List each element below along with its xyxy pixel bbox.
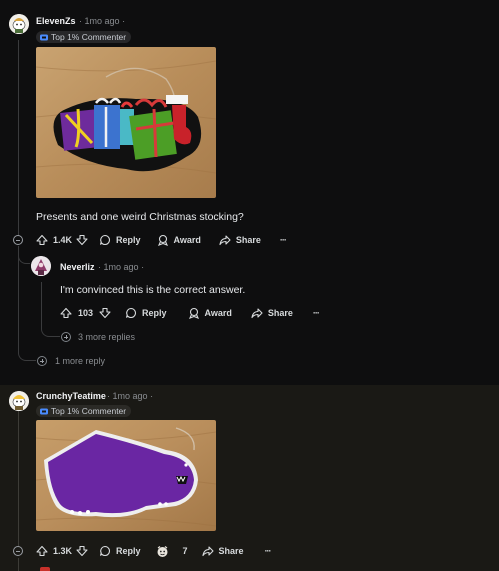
thread-line[interactable]	[18, 40, 19, 236]
avatar[interactable]	[9, 391, 29, 411]
vote-group: 1.4K	[36, 234, 88, 246]
award-button[interactable]: Award	[157, 234, 201, 246]
thread-line[interactable]	[18, 411, 19, 546]
comment-bubble-icon	[99, 545, 110, 557]
reply-button[interactable]: Reply	[99, 234, 141, 246]
upvote-icon[interactable]	[36, 545, 48, 557]
expand-replies-icon[interactable]	[61, 332, 71, 342]
snoo-avatar-icon	[9, 14, 29, 34]
meta-dot: ·	[98, 262, 101, 272]
share-button[interactable]: Share	[251, 307, 293, 319]
reply-time[interactable]: 1mo ago	[104, 262, 139, 272]
meta-dot: ·	[107, 391, 110, 401]
meta-dot: ·	[79, 16, 82, 26]
vote-score: 103	[78, 308, 94, 318]
reply-button[interactable]: Reply	[99, 545, 141, 557]
award-count: 7	[182, 546, 188, 556]
vote-group: 1.3K	[36, 545, 88, 557]
more-options-icon: ···	[264, 546, 272, 556]
flair-badge-label: Top 1% Commenter	[51, 406, 127, 416]
comment-text: Presents and one weird Christmas stockin…	[36, 211, 244, 223]
meta-dot: ·	[141, 262, 145, 272]
share-label: Share	[218, 546, 244, 556]
upvote-icon[interactable]	[36, 234, 48, 246]
award-label: Award	[204, 308, 232, 318]
more-reply-link[interactable]: 1 more reply	[55, 356, 105, 366]
reply-author[interactable]: Neverliz	[60, 262, 95, 272]
meta-dot: ·	[150, 391, 154, 401]
reply-label: Reply	[116, 235, 141, 245]
comment-time[interactable]: 1mo ago	[113, 391, 148, 401]
next-avatar-peek	[40, 567, 50, 571]
comment-bubble-icon	[99, 234, 110, 246]
avatar[interactable]	[9, 14, 29, 34]
more-options-icon: ···	[279, 235, 287, 245]
award-icon	[188, 307, 199, 319]
reply-connector	[18, 246, 30, 264]
collapse-thread-button[interactable]	[13, 235, 23, 245]
user-avatar-icon	[31, 256, 51, 276]
share-label: Share	[267, 308, 293, 318]
more-options-button[interactable]: ···	[264, 546, 272, 556]
reply-text: I'm convinced this is the correct answer…	[60, 284, 246, 296]
meta-dot: ·	[122, 16, 126, 26]
reply-meta: · 1mo ago ·	[98, 262, 144, 272]
vote-score: 1.3K	[53, 546, 73, 556]
award-label: Award	[173, 235, 201, 245]
vote-group: 103	[60, 307, 111, 319]
downvote-icon[interactable]	[76, 545, 88, 557]
share-label: Share	[235, 235, 261, 245]
avatar[interactable]	[31, 256, 51, 276]
comment-action-bar: 1.4K Reply Award Share ···	[36, 232, 287, 248]
presents-painting-image	[36, 47, 216, 198]
downvote-icon[interactable]	[99, 307, 111, 319]
collapse-thread-button[interactable]	[13, 546, 23, 556]
comment-image[interactable]	[36, 47, 216, 198]
comment-meta: · 1mo ago ·	[107, 391, 153, 401]
award-face-icon	[157, 545, 168, 557]
thread-line-next	[18, 558, 19, 571]
award-button[interactable]: Award	[188, 307, 232, 319]
more-options-button[interactable]: ···	[279, 235, 287, 245]
downvote-icon[interactable]	[76, 234, 88, 246]
share-button[interactable]: Share	[201, 545, 244, 557]
reply-label: Reply	[116, 546, 141, 556]
comment-bubble-icon	[126, 307, 137, 319]
comment-meta: · 1mo ago ·	[79, 16, 125, 26]
award-icon	[157, 234, 168, 246]
more-replies-link[interactable]: 3 more replies	[78, 332, 135, 342]
upvote-icon[interactable]	[60, 307, 72, 319]
comment-badge-icon	[40, 34, 48, 41]
comment-badge-icon	[40, 408, 48, 415]
snoo-avatar-icon	[9, 391, 29, 411]
comment-time[interactable]: 1mo ago	[85, 16, 120, 26]
flair-badge: Top 1% Commenter	[36, 31, 132, 43]
flair-badge-label: Top 1% Commenter	[51, 32, 127, 42]
purple-creature-painting-image	[36, 420, 216, 531]
more-options-button[interactable]: ···	[312, 308, 320, 318]
thread-line-continued	[18, 246, 19, 354]
share-icon	[219, 235, 231, 246]
flair-badge: Top 1% Commenter	[36, 405, 132, 417]
more-replies-connector	[41, 322, 60, 337]
vote-score: 1.4K	[53, 235, 73, 245]
reply-action-bar: 103 Reply Award Share ···	[60, 305, 320, 321]
comment-author[interactable]: ElevenZs	[36, 16, 76, 26]
reply-button[interactable]: Reply	[125, 307, 167, 319]
award-button[interactable]: 7	[156, 545, 188, 558]
more-reply-connector	[18, 345, 36, 361]
comment-action-bar: 1.3K Reply 7 Share ···	[36, 543, 272, 559]
more-options-icon: ···	[312, 308, 320, 318]
comment-author[interactable]: CrunchyTeatime	[36, 391, 106, 401]
reply-label: Reply	[142, 308, 167, 318]
share-button[interactable]: Share	[219, 234, 261, 246]
share-icon	[251, 308, 263, 319]
expand-replies-icon[interactable]	[37, 356, 47, 366]
comment-image[interactable]	[36, 420, 216, 531]
share-icon	[201, 546, 214, 557]
